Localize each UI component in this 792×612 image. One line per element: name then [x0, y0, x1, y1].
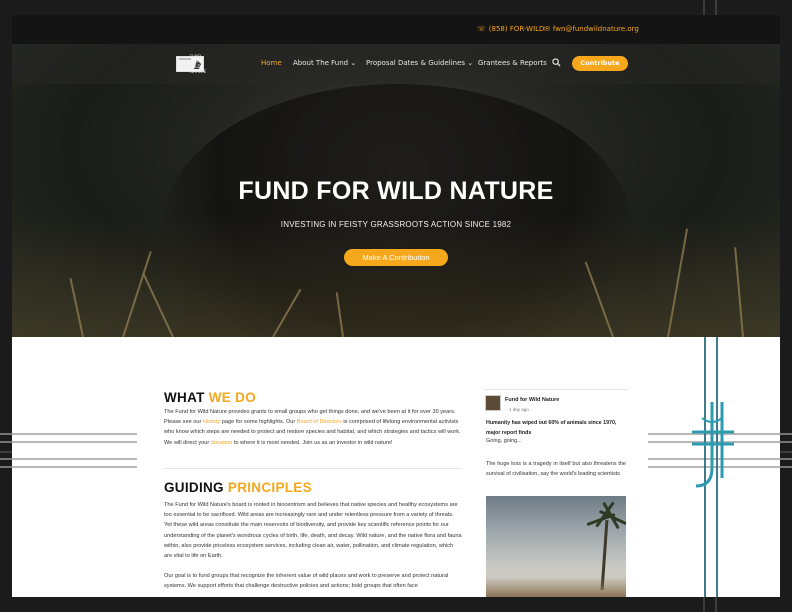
text-segment: page for some highlights. Our [220, 419, 297, 426]
ground [486, 577, 626, 597]
phone-link[interactable]: ☏ (858) FOR-WILD [477, 25, 544, 33]
chevron-down-icon: ⌄ [350, 59, 357, 67]
nav-item-proposals[interactable]: Proposal Dates & Guidelines ⌄ [366, 59, 473, 67]
main-navbar: FUND FOR WILD NATURE Home About The Fund… [12, 44, 780, 84]
heading-highlight: PRINCIPLES [227, 480, 312, 495]
hero-title: FUND FOR WILD NATURE [238, 177, 554, 205]
nav-item-about-label: About The Fund [293, 59, 349, 67]
logo-text: FUND FOR WILD NATURE [190, 54, 207, 74]
nav-item-proposals-label: Proposal Dates & Guidelines [366, 59, 466, 67]
post-caption: Going, going... [486, 438, 522, 444]
chevron-down-icon: ⌄ [467, 59, 474, 67]
search-icon[interactable] [552, 58, 561, 67]
heading-part: GUIDING [164, 480, 228, 495]
globe-icon: ◌ [505, 407, 508, 412]
guiding-principles-heading: GUIDING PRINCIPLES [164, 480, 312, 495]
nav-item-about[interactable]: About The Fund ⌄ [293, 59, 356, 67]
heading-highlight: WE DO [208, 390, 256, 405]
contribute-button[interactable]: Contribute [572, 56, 628, 71]
facebook-page-name[interactable]: Fund for Wild Nature [505, 397, 559, 403]
post-headline[interactable]: Humanity has wiped out 60% of animals si… [486, 419, 628, 438]
hero-section: FUND FOR WILD NATURE Home About The Fund… [12, 44, 780, 337]
history-link[interactable]: History [203, 419, 220, 425]
text-segment: to where it is most needed. Join us as a… [232, 439, 393, 446]
guiding-principles-text-2: Our goal is to fund groups that recogniz… [164, 573, 449, 590]
decorative-horizontal-line [0, 433, 137, 435]
what-we-do-text: The Fund for Wild Nature provides grants… [164, 407, 462, 448]
decorative-horizontal-line [0, 441, 137, 443]
jt-monogram-icon [692, 402, 734, 488]
envelope-icon: ✉ [544, 25, 550, 33]
website-frame: ☏ (858) FOR-WILD ✉ fwn@fundwildnature.org … [12, 15, 780, 597]
section-divider [164, 468, 462, 469]
email-text: fwn@fundwildnature.org [552, 25, 639, 33]
decorative-horizontal-line [0, 466, 137, 468]
donation-link[interactable]: donation [211, 440, 232, 446]
nav-item-grantees[interactable]: Grantees & Reports [478, 59, 547, 67]
phone-icon: ☏ [477, 25, 486, 33]
post-time-text: 1 day ago [508, 407, 529, 412]
phone-text: (858) FOR-WILD [488, 25, 545, 33]
decorative-horizontal-line [0, 458, 137, 460]
heading-part: WHAT [164, 390, 209, 405]
email-link[interactable]: ✉ fwn@fundwildnature.org [544, 25, 639, 33]
what-we-do-heading: WHAT WE DO [164, 390, 256, 405]
post-timestamp: ◌ 1 day ago [505, 407, 529, 412]
nav-item-home[interactable]: Home [261, 59, 282, 67]
post-body: The huge loss is a tragedy in itself but… [486, 461, 626, 477]
guiding-principles-text: The Fund for Wild Nature's board is root… [164, 502, 462, 560]
hero-subtitle: INVESTING IN FEISTY GRASSROOTS ACTION SI… [280, 220, 512, 229]
top-contact-bar: ☏ (858) FOR-WILD ✉ fwn@fundwildnature.org [12, 15, 780, 44]
post-image[interactable] [486, 496, 626, 597]
board-of-directors-link[interactable]: Board of Directors [297, 419, 342, 425]
make-contribution-button[interactable]: Make A Contribution [344, 249, 448, 266]
sidebar-divider [484, 389, 628, 390]
avatar[interactable] [485, 395, 501, 411]
